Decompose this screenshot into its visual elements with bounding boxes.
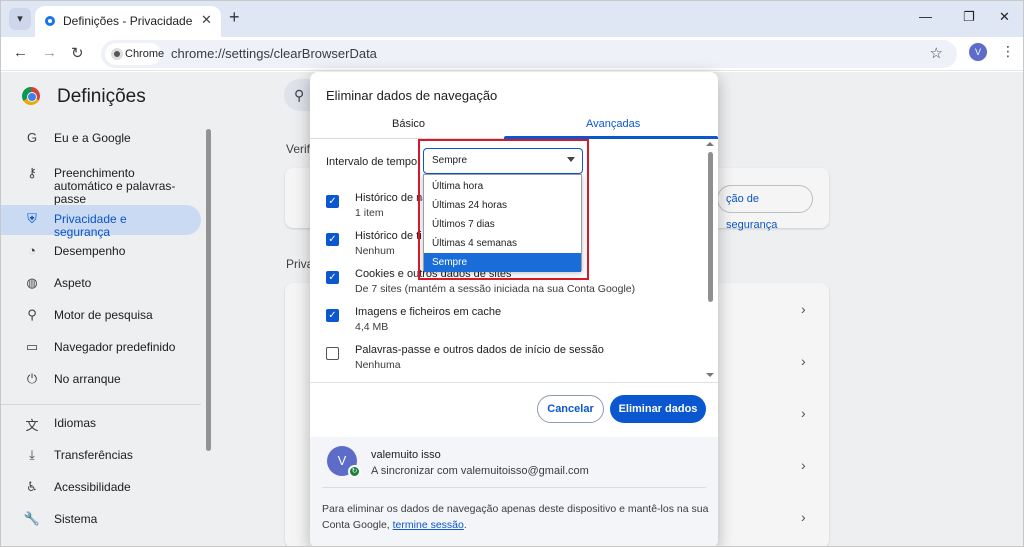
chrome-chip[interactable]: Chrome [105,43,165,65]
dialog-title: Eliminar dados de navegação [326,88,498,103]
active-tab[interactable]: Definições - Privacidade e segu ✕ [35,6,221,37]
footer-divider [322,487,706,488]
data-type-detail: 4,4 MB [355,321,389,333]
data-type-detail: De 7 sites (mantém a sessão iniciada na … [355,283,636,295]
chip-label: Chrome [125,48,165,60]
data-type-title: Histórico de ti [355,230,422,242]
tab-search-chevron-icon[interactable]: ▾ [9,8,31,30]
profile-avatar[interactable]: V [969,43,987,61]
note-text: Para eliminar os dados de navegação apen… [322,503,709,531]
scroll-down-icon[interactable] [706,373,714,377]
address-bar[interactable]: Chrome chrome://settings/clearBrowserDat… [101,40,957,68]
kebab-icon[interactable]: ⋮ [1001,43,1015,60]
window-close-icon[interactable]: ✕ [999,9,1010,25]
checkbox[interactable]: ✓ [326,195,339,208]
back-icon[interactable]: ← [13,44,28,61]
sign-out-link[interactable]: termine sessão [393,519,464,531]
dialog-scrollbar[interactable] [708,152,713,302]
toolbar: ← → ↻ Chrome chrome://settings/clearBrow… [1,37,1023,71]
time-range-label: Intervalo de tempo [326,156,418,168]
dialog-tabs: Básico Avançadas [310,112,718,139]
scroll-up-icon[interactable] [706,142,714,146]
annotation-highlight-box [418,139,589,280]
cancel-button[interactable]: Cancelar [537,395,604,423]
close-icon[interactable]: ✕ [201,12,212,28]
sync-icon: ↻ [348,465,361,478]
minimize-icon[interactable]: — [919,9,932,24]
data-type-title: Imagens e ficheiros em cache [355,306,502,318]
data-type-detail: Nenhuma [355,359,401,371]
tab-basic[interactable]: Básico [392,118,425,130]
star-icon[interactable]: ☆ [930,44,943,62]
tab-advanced[interactable]: Avançadas [586,118,640,130]
checkbox[interactable]: ✓ [326,271,339,284]
settings-gear-icon [45,16,55,26]
data-type-title: Palavras-passe e outros dados de início … [355,344,604,356]
checkbox[interactable]: ✓ [326,309,339,322]
signout-note: Para eliminar os dados de navegação apen… [322,501,710,533]
data-type-detail: 1 item [355,207,384,219]
data-type-detail: Nenhum [355,245,395,257]
chrome-icon [111,48,123,60]
restore-icon[interactable]: ❐ [963,9,975,25]
account-footer: V ↻ valemuito isso A sincronizar com val… [310,437,718,546]
forward-icon[interactable]: → [42,44,57,61]
tab-title: Definições - Privacidade e segu [63,14,193,28]
note-end: . [463,519,467,531]
clear-data-button[interactable]: Eliminar dados [610,395,706,423]
checkbox[interactable]: ✓ [326,233,339,246]
browser-window: ▾ Definições - Privacidade e segu ✕ + — … [0,0,1024,547]
dialog-divider [310,382,718,383]
checkbox[interactable] [326,347,339,360]
account-sync-status: A sincronizar com valemuitoisso@gmail.co… [371,465,589,477]
account-name: valemuito isso [371,449,441,461]
url-text[interactable]: chrome://settings/clearBrowserData [171,46,377,61]
reload-icon[interactable]: ↻ [71,44,84,62]
plus-icon[interactable]: + [229,7,240,28]
tab-strip: ▾ Definições - Privacidade e segu ✕ + — … [1,1,1023,37]
